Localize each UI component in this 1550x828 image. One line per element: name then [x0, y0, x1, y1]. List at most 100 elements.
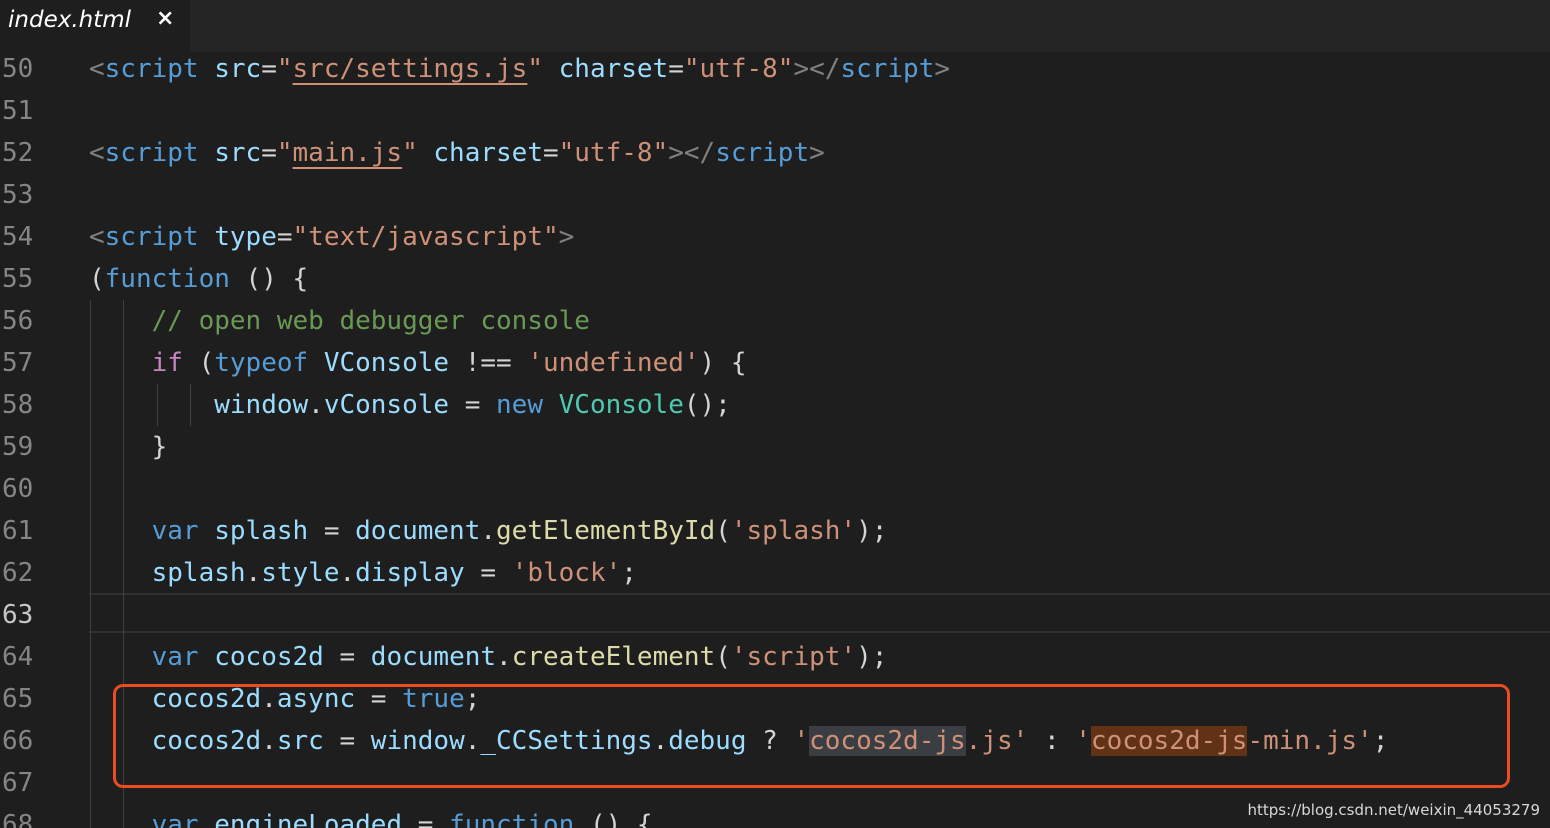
line-code: splash.style.display = 'block';	[89, 556, 637, 590]
code-token: 'block'	[511, 558, 622, 588]
line-number: 54	[2, 222, 34, 252]
code-line[interactable]: 55 (function () {	[0, 258, 1550, 300]
code-token: !==	[449, 348, 528, 378]
code-line[interactable]: 51	[0, 90, 1550, 132]
code-line[interactable]: 57 if (typeof VConsole !== 'undefined') …	[0, 342, 1550, 384]
indent-guide	[90, 300, 91, 828]
code-token: (	[89, 264, 105, 294]
code-token: ></	[793, 54, 841, 84]
code-token: );	[856, 642, 888, 672]
code-token: }	[89, 432, 168, 462]
code-token: document	[370, 642, 497, 672]
code-line[interactable]: 64 var cocos2d = document.createElement(…	[0, 636, 1550, 678]
line-code: <script src="src/settings.js" charset="u…	[89, 52, 950, 86]
code-line[interactable]: 61 var splash = document.getElementById(…	[0, 510, 1550, 552]
tab-index-html[interactable]: index.html ×	[0, 0, 190, 52]
code-token: vConsole	[323, 390, 450, 420]
code-token: charset	[558, 54, 669, 84]
code-token: splash	[151, 558, 246, 588]
code-line[interactable]: 60	[0, 468, 1550, 510]
line-number: 55	[2, 264, 34, 294]
indent-guide	[190, 384, 191, 426]
code-token: script	[104, 222, 199, 252]
line-number: 66	[2, 726, 34, 756]
code-token: ) {	[699, 348, 747, 378]
line-number: 57	[2, 348, 34, 378]
code-token: var	[151, 516, 199, 546]
code-token: style	[261, 558, 340, 588]
line-code: }	[89, 430, 168, 464]
line-number: 64	[2, 642, 34, 672]
code-line[interactable]: 62 splash.style.display = 'block';	[0, 552, 1550, 594]
code-token: <	[89, 222, 105, 252]
code-token: display	[355, 558, 465, 588]
code-token: "	[276, 138, 293, 168]
code-token: if	[151, 348, 183, 378]
line-number: 58	[2, 390, 34, 420]
line-code: <script type="text/javascript">	[89, 220, 574, 254]
tab-title: index.html	[8, 7, 132, 33]
line-number: 56	[2, 306, 34, 336]
code-token: engineLoaded	[214, 810, 403, 828]
code-token: .	[480, 516, 497, 546]
code-token: splash	[214, 516, 309, 546]
code-token: type	[214, 222, 277, 252]
code-line[interactable]: 59 }	[0, 426, 1550, 468]
code-token: =	[308, 516, 356, 546]
line-code: <script src="main.js" charset="utf-8"></…	[89, 136, 825, 170]
code-token: main.js	[292, 138, 403, 168]
code-token: () {	[574, 810, 653, 828]
code-token: ();	[683, 390, 731, 420]
code-line[interactable]: 63	[0, 594, 1550, 636]
code-token: .	[496, 642, 512, 672]
code-token: "	[402, 138, 418, 168]
indent-guide	[157, 384, 158, 426]
code-token: .	[245, 558, 262, 588]
close-icon[interactable]: ×	[156, 6, 174, 31]
code-token: .	[339, 558, 356, 588]
code-token: (	[715, 642, 731, 672]
code-token: =	[276, 222, 293, 252]
code-token: >	[809, 138, 825, 168]
line-number: 60	[2, 474, 34, 504]
code-line[interactable]: 56 // open web debugger console	[0, 300, 1550, 342]
line-number: 51	[2, 96, 34, 126]
code-token: ></	[668, 138, 716, 168]
code-token: 'splash'	[730, 516, 857, 546]
code-token: var	[151, 642, 199, 672]
line-code: (function () {	[89, 262, 308, 296]
code-line[interactable]: 52 <script src="main.js" charset="utf-8">…	[0, 132, 1550, 174]
code-line[interactable]: 53	[0, 174, 1550, 216]
code-line[interactable]: 50 <script src="src/settings.js" charset=…	[0, 48, 1550, 90]
line-number: 62	[2, 558, 34, 588]
code-token: charset	[433, 138, 543, 168]
code-token: "utf-8"	[558, 138, 669, 168]
code-token: typeof	[214, 348, 309, 378]
watermark: https://blog.csdn.net/weixin_44053279	[1247, 801, 1540, 819]
code-line[interactable]: 54 <script type="text/javascript">	[0, 216, 1550, 258]
code-token: script	[104, 54, 199, 84]
code-token: =	[668, 54, 684, 84]
line-number: 67	[2, 768, 34, 798]
line-number: 63	[2, 600, 34, 630]
code-token: >	[934, 54, 950, 84]
code-token: =	[464, 558, 512, 588]
code-line[interactable]: 58 window.vConsole = new VConsole();	[0, 384, 1550, 426]
line-number: 61	[2, 516, 34, 546]
code-token: =	[261, 54, 277, 84]
code-token: "	[527, 54, 543, 84]
code-token: =	[402, 810, 450, 828]
code-token: document	[355, 516, 481, 546]
code-token: var	[151, 810, 199, 828]
code-token: .	[308, 390, 324, 420]
